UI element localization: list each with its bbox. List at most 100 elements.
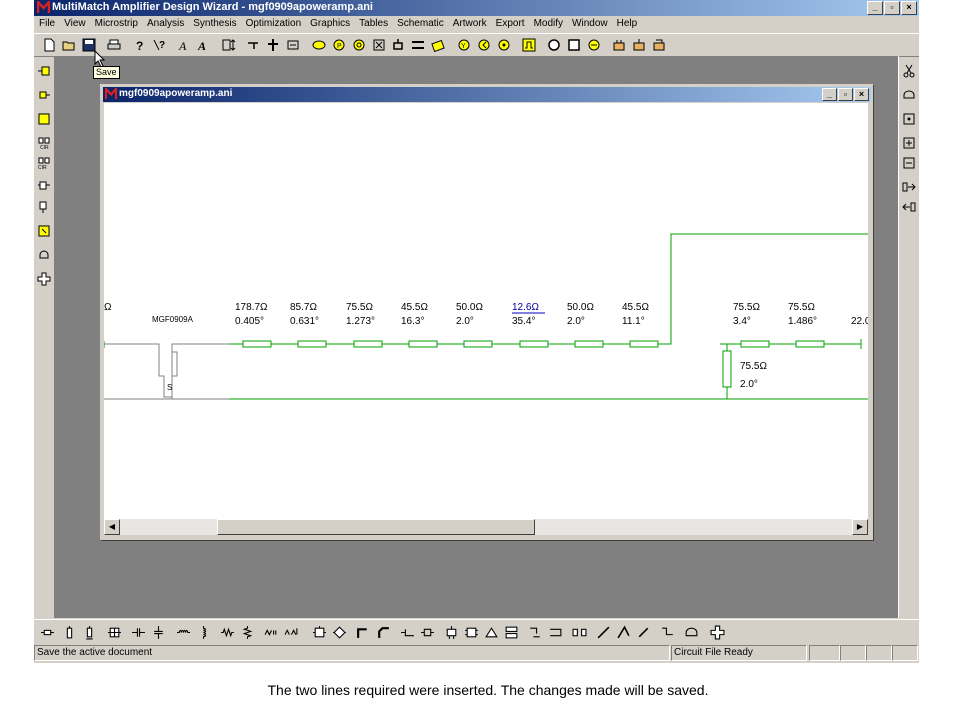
tee-icon[interactable]: [312, 625, 327, 640]
cross-icon[interactable]: [332, 625, 347, 640]
open-end-icon[interactable]: [548, 625, 563, 640]
circle-p-icon[interactable]: P: [331, 37, 346, 52]
new-file-icon[interactable]: [41, 37, 56, 52]
select-icon[interactable]: [221, 37, 236, 52]
taper-icon[interactable]: [420, 625, 435, 640]
scroll-left-icon[interactable]: ◀: [104, 519, 120, 535]
menu-analysis[interactable]: Analysis: [142, 16, 188, 32]
line4-impedance[interactable]: 45.5Ω: [401, 302, 428, 313]
wire-angle-icon[interactable]: [616, 625, 631, 640]
tool-c-icon[interactable]: [651, 37, 666, 52]
swap-icon[interactable]: [410, 37, 425, 52]
wire-single-icon[interactable]: [636, 625, 651, 640]
line2-length[interactable]: 0.631°: [290, 316, 319, 327]
step-icon[interactable]: [400, 625, 415, 640]
line5-length[interactable]: 2.0°: [456, 316, 474, 327]
scissors-icon[interactable]: [902, 64, 916, 78]
schematic-canvas[interactable]: Ω MGF0909A S 178.7Ω 0.405° 85.7Ω 0.631° …: [104, 103, 868, 519]
open-folder-icon[interactable]: [61, 37, 76, 52]
coupler-icon[interactable]: [504, 625, 519, 640]
circle-open-icon[interactable]: [546, 37, 561, 52]
component-a-icon[interactable]: [246, 37, 261, 52]
gap-icon[interactable]: [572, 625, 587, 640]
minus-box-icon[interactable]: [902, 156, 916, 170]
menu-artwork[interactable]: Artwork: [448, 16, 491, 32]
radial-stub-icon[interactable]: [484, 625, 499, 640]
shunt-inductor-icon[interactable]: [196, 625, 211, 640]
two-port-icon[interactable]: [464, 625, 479, 640]
text-tool-icon[interactable]: A: [176, 37, 191, 52]
line8-length[interactable]: 11.1°: [622, 316, 645, 327]
open-stub-icon[interactable]: [62, 625, 77, 640]
menu-synthesis[interactable]: Synthesis: [188, 16, 240, 32]
restore-button[interactable]: ▫: [884, 1, 900, 15]
stub-impedance[interactable]: 75.5Ω: [740, 361, 767, 372]
menu-optimization[interactable]: Optimization: [241, 16, 306, 32]
circle-ring-icon[interactable]: [351, 37, 366, 52]
line7-impedance[interactable]: 50.0Ω: [567, 302, 594, 313]
circle-y-icon[interactable]: Y: [456, 37, 471, 52]
line2-impedance[interactable]: 85.7Ω: [290, 302, 317, 313]
line7-length[interactable]: 2.0°: [567, 316, 585, 327]
via-icon[interactable]: [902, 112, 916, 126]
menu-help[interactable]: Help: [612, 16, 642, 32]
scroll-thumb[interactable]: [217, 519, 535, 535]
cross-junction-icon[interactable]: [37, 272, 51, 286]
line1-length[interactable]: 0.405°: [235, 316, 264, 327]
line10-impedance[interactable]: 75.5Ω: [788, 302, 815, 313]
shunt-cap-icon[interactable]: [151, 625, 166, 640]
menu-view[interactable]: View: [59, 16, 90, 32]
port-right-icon[interactable]: [37, 88, 51, 102]
rlc-shunt-icon[interactable]: [284, 625, 299, 640]
junction-icon[interactable]: [710, 625, 725, 640]
box-cross-icon[interactable]: [37, 224, 51, 238]
cir-in-icon[interactable]: CIR: [37, 136, 51, 150]
square-open-icon[interactable]: [566, 37, 581, 52]
device-b-icon[interactable]: [37, 200, 51, 214]
device-a-icon[interactable]: [37, 180, 51, 194]
child-maximize-button[interactable]: ▫: [838, 88, 853, 101]
menu-modify[interactable]: Modify: [529, 16, 567, 32]
bend-icon[interactable]: [356, 625, 371, 640]
box-yellow-icon[interactable]: [37, 112, 51, 126]
via-ground-icon[interactable]: [528, 625, 543, 640]
plus-box-icon[interactable]: [902, 136, 916, 150]
line1-impedance[interactable]: 178.7Ω: [235, 302, 268, 313]
circle-dot-icon[interactable]: [496, 37, 511, 52]
stub-length[interactable]: 2.0°: [740, 379, 758, 390]
line5-impedance[interactable]: 50.0Ω: [456, 302, 483, 313]
component-c-icon[interactable]: [285, 37, 300, 52]
short-stub-icon[interactable]: [82, 625, 97, 640]
ground-icon[interactable]: [37, 248, 51, 262]
transistor-icon[interactable]: [444, 625, 459, 640]
arrow-out-icon[interactable]: [902, 200, 916, 214]
component-b-icon[interactable]: [265, 37, 280, 52]
link-icon[interactable]: [430, 37, 445, 52]
coupled-line-icon[interactable]: [107, 625, 122, 640]
line3-length[interactable]: 1.273°: [346, 316, 375, 327]
resistor-icon[interactable]: [220, 625, 235, 640]
line3-impedance[interactable]: 75.5Ω: [346, 302, 373, 313]
print-icon[interactable]: [106, 37, 121, 52]
ground-plane-icon[interactable]: [902, 88, 916, 102]
help-icon[interactable]: ?: [132, 37, 147, 52]
menu-file[interactable]: File: [34, 16, 59, 32]
line10-length[interactable]: 1.486°: [788, 316, 817, 327]
tool-a-icon[interactable]: [611, 37, 626, 52]
ground-symbol-icon[interactable]: [684, 625, 699, 640]
arrow-in-icon[interactable]: [902, 180, 916, 194]
tool-b-icon[interactable]: [631, 37, 646, 52]
connector-icon[interactable]: [390, 37, 405, 52]
corner-icon[interactable]: [660, 625, 675, 640]
wire-diagonal-icon[interactable]: [596, 625, 611, 640]
rlc-series-icon[interactable]: [264, 625, 279, 640]
menu-window[interactable]: Window: [567, 16, 612, 32]
circle-arrow-icon[interactable]: [476, 37, 491, 52]
line-element-icon[interactable]: [40, 625, 55, 640]
cir-out-icon[interactable]: CIR: [37, 156, 51, 170]
line4-length[interactable]: 16.3°: [401, 316, 424, 327]
port-left-icon[interactable]: [37, 64, 51, 78]
scroll-right-icon[interactable]: ▶: [852, 519, 868, 535]
inductor-icon[interactable]: [176, 625, 191, 640]
line6-impedance[interactable]: 12.6Ω: [512, 302, 539, 313]
